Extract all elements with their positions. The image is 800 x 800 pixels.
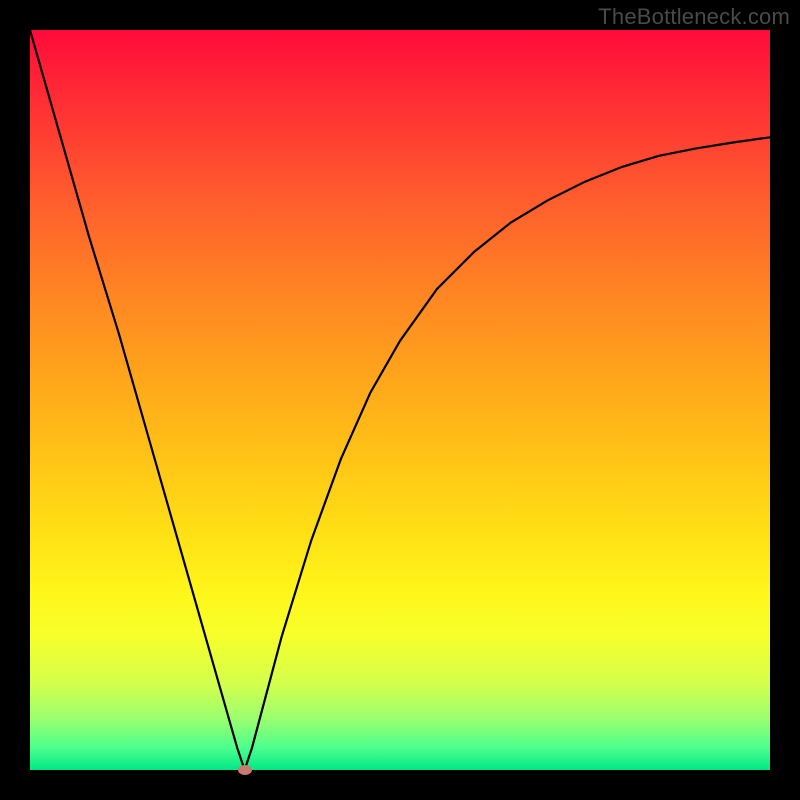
- optimum-marker: [238, 765, 252, 775]
- bottleneck-curve: [30, 30, 770, 770]
- chart-frame: TheBottleneck.com: [0, 0, 800, 800]
- watermark-text: TheBottleneck.com: [598, 4, 790, 30]
- plot-area: [30, 30, 770, 770]
- curve-line: [30, 30, 770, 770]
